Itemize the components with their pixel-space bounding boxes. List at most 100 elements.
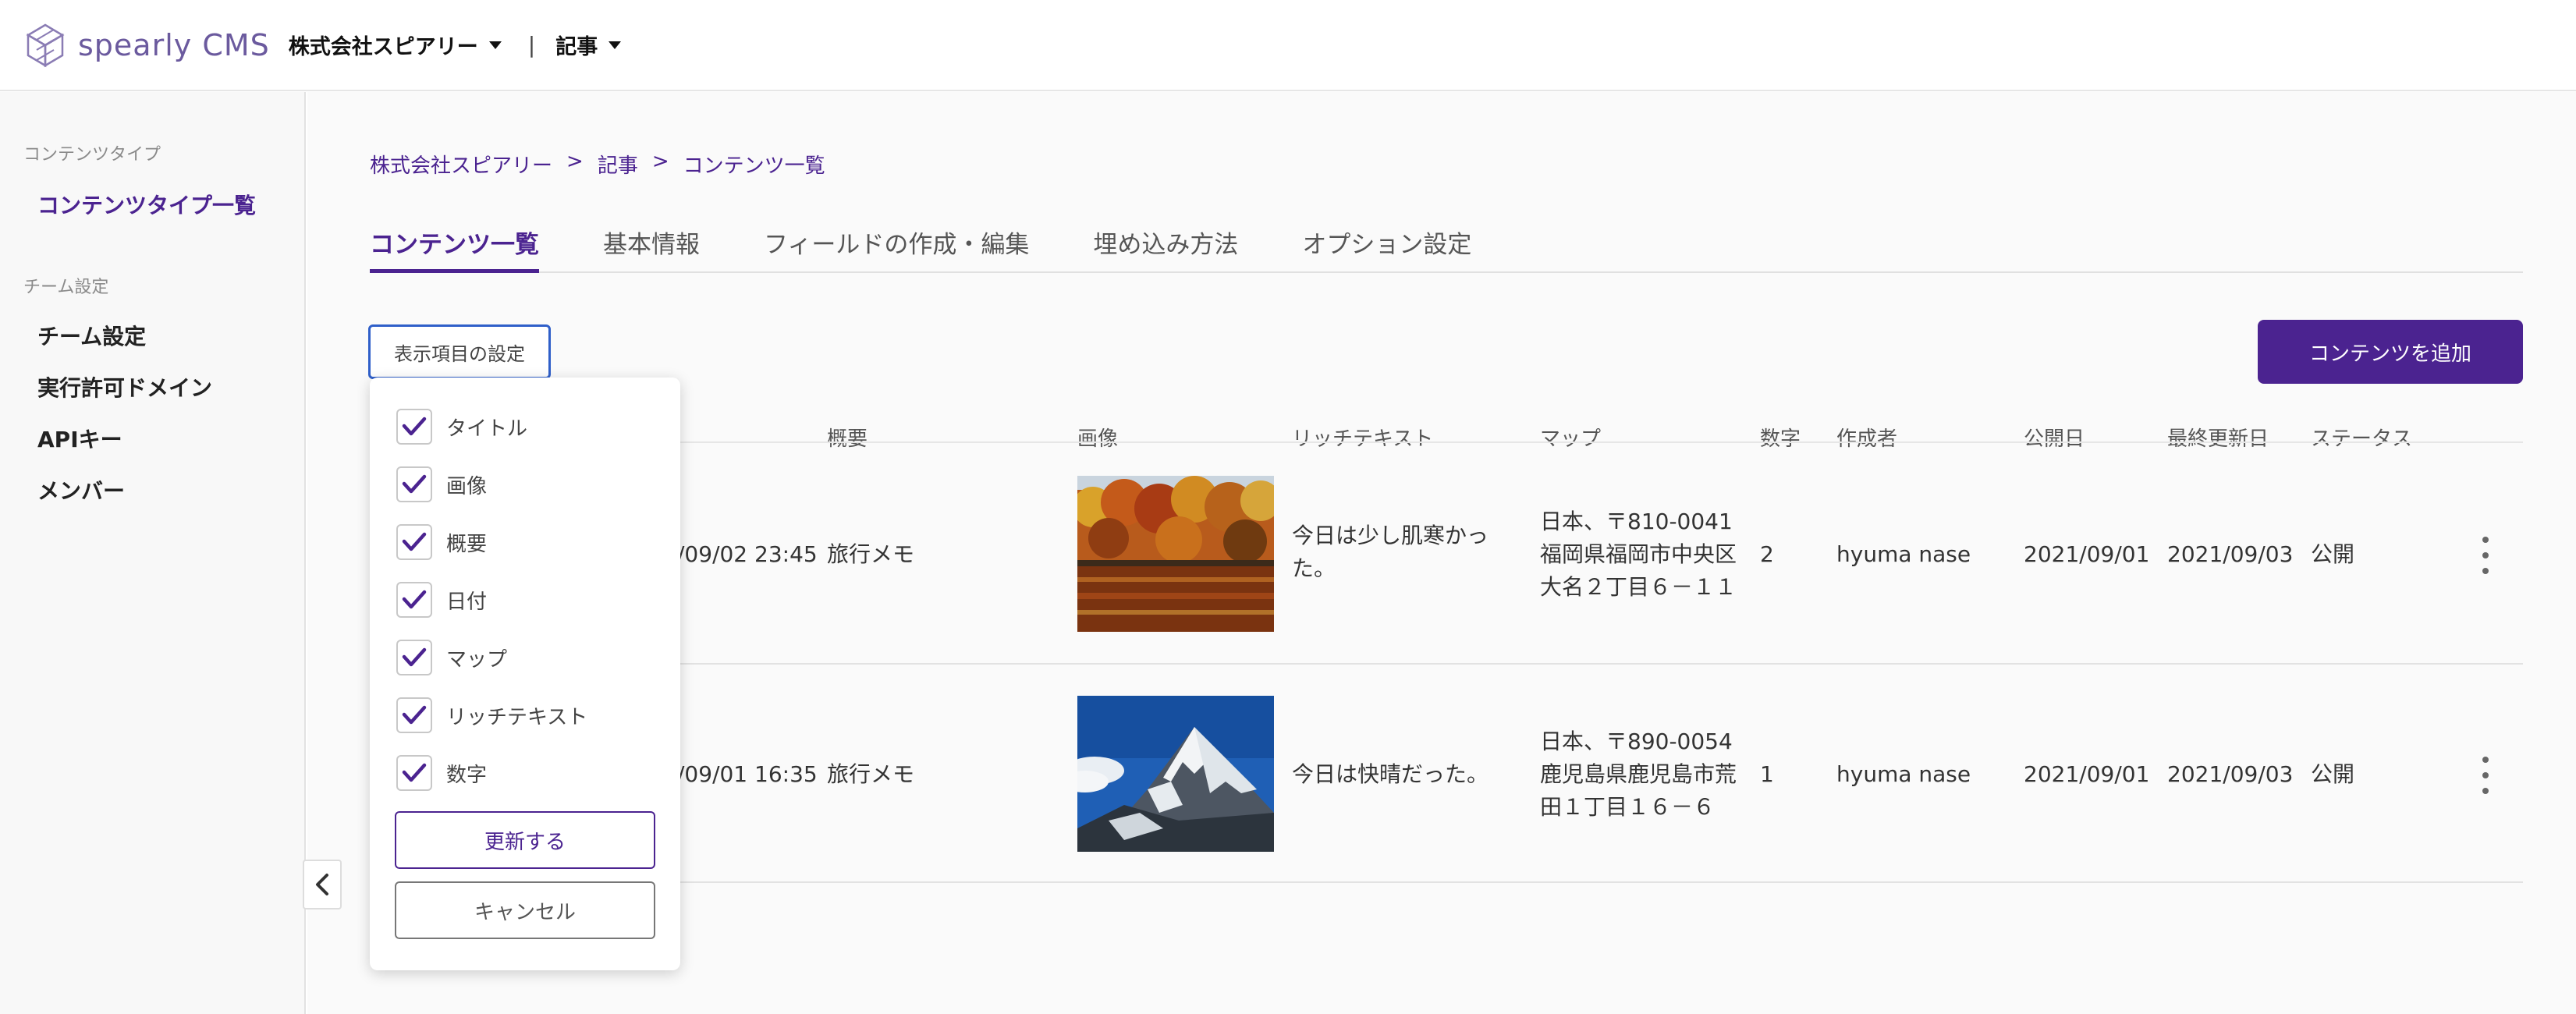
update-button[interactable]: 更新する: [395, 811, 655, 869]
breadcrumb: 株式会社スピアリー > 記事 > コンテンツ一覧: [370, 150, 825, 179]
option-number-checkbox[interactable]: 数字: [396, 755, 487, 791]
tab-embed[interactable]: 埋め込み方法: [1093, 225, 1238, 273]
header-divider: |: [527, 32, 536, 58]
logo[interactable]: spearly CMS: [23, 22, 270, 69]
option-map-checkbox[interactable]: マップ: [396, 640, 507, 675]
row-divider: [370, 663, 2523, 665]
check-icon: [402, 590, 427, 609]
row-author: hyuma nase: [1836, 761, 1971, 787]
sidebar-item-allowed-domains[interactable]: 実行許可ドメイン: [37, 371, 212, 402]
checkbox[interactable]: [396, 409, 432, 445]
row-richtext: 今日は少し肌寒かっ た。: [1292, 523, 1489, 581]
row-status: 公開: [2311, 541, 2355, 567]
row-summary: 旅行メモ: [827, 761, 915, 787]
sidebar: コンテンツタイプ コンテンツタイプ一覧 チーム設定 チーム設定 実行許可ドメイン…: [0, 92, 306, 1014]
row-richtext: 今日は快晴だった。: [1292, 761, 1489, 787]
row-author: hyuma nase: [1836, 541, 1971, 567]
column-header-summary: 概要: [827, 427, 868, 451]
row-updated: 2021/09/03: [2167, 541, 2294, 567]
content-type-selector-label: 記事: [555, 35, 598, 59]
row-number: 1: [1760, 761, 1774, 787]
cancel-button[interactable]: キャンセル: [395, 881, 655, 939]
option-label: 日付: [446, 590, 488, 614]
team-selector[interactable]: 株式会社スピアリー: [289, 30, 502, 60]
option-label: 概要: [446, 532, 488, 556]
column-header-status: ステータス: [2311, 427, 2413, 451]
row-date: /09/02 23:45: [677, 541, 818, 567]
row-summary: 旅行メモ: [827, 541, 915, 567]
option-date-checkbox[interactable]: 日付: [396, 582, 487, 618]
display-settings-popover: タイトル 画像 概要 日付 マップ リッチテキスト 数字 更新する キャンセル: [370, 378, 680, 970]
breadcrumb-content-type[interactable]: 記事: [598, 150, 638, 179]
row-more-icon[interactable]: [2478, 537, 2493, 574]
top-header: spearly CMS 株式会社スピアリー | 記事: [0, 0, 2576, 91]
column-header-number: 数字: [1760, 427, 1801, 451]
sidebar-collapse-button[interactable]: [303, 860, 342, 909]
column-header-updated: 最終更新日: [2167, 427, 2269, 451]
add-content-button[interactable]: コンテンツを追加: [2258, 320, 2523, 384]
column-header-map: マップ: [1540, 427, 1602, 451]
caret-down-icon: [609, 41, 622, 49]
sidebar-section-content: コンテンツタイプ: [23, 145, 161, 165]
row-map: 日本、〒890-0054 鹿児島県鹿児島市荒 田１丁目１６－６: [1540, 729, 1737, 820]
row-published: 2021/09/01: [2024, 541, 2150, 567]
checkbox[interactable]: [396, 524, 432, 560]
sidebar-item-members[interactable]: メンバー: [37, 474, 125, 505]
row-map: 日本、〒810-0041 福岡県福岡市中央区 大名２丁目６－１１: [1540, 509, 1737, 600]
checkbox[interactable]: [396, 640, 432, 675]
logo-text: spearly CMS: [78, 27, 270, 62]
checkbox[interactable]: [396, 466, 432, 502]
row-more-icon[interactable]: [2478, 757, 2493, 794]
row-divider: [370, 881, 2523, 883]
check-icon: [402, 763, 427, 782]
option-label: 画像: [446, 474, 488, 498]
check-icon: [402, 705, 427, 725]
option-label: 数字: [446, 763, 488, 787]
tab-content-list[interactable]: コンテンツ一覧: [370, 225, 539, 273]
column-header-richtext: リッチテキスト: [1292, 427, 1434, 451]
check-icon: [402, 474, 427, 494]
tab-basic-info[interactable]: 基本情報: [603, 225, 700, 273]
sidebar-item-api-keys[interactable]: APIキー: [37, 423, 122, 454]
tab-bar: コンテンツ一覧 基本情報 フィールドの作成・編集 埋め込み方法 オプション設定: [370, 225, 2523, 273]
option-label: タイトル: [446, 417, 528, 441]
sidebar-section-team: チーム設定: [23, 278, 109, 297]
content-type-selector[interactable]: 記事: [555, 30, 622, 60]
row-published: 2021/09/01: [2024, 761, 2150, 787]
breadcrumb-separator: >: [651, 150, 669, 173]
display-settings-button[interactable]: 表示項目の設定: [368, 324, 551, 379]
checkbox[interactable]: [396, 697, 432, 733]
option-summary-checkbox[interactable]: 概要: [396, 524, 487, 560]
tab-fields[interactable]: フィールドの作成・編集: [764, 225, 1029, 273]
column-header-image: 画像: [1077, 427, 1119, 451]
option-richtext-checkbox[interactable]: リッチテキスト: [396, 697, 587, 733]
row-number: 2: [1760, 541, 1774, 567]
option-label: マップ: [446, 647, 508, 672]
row-image-snowy-mountain: [1077, 696, 1274, 852]
tab-options[interactable]: オプション設定: [1302, 225, 1471, 273]
checkbox[interactable]: [396, 755, 432, 791]
row-image-autumn-lake: [1077, 476, 1274, 632]
checkbox[interactable]: [396, 582, 432, 618]
column-header-author: 作成者: [1836, 427, 1898, 451]
option-title-checkbox[interactable]: タイトル: [396, 409, 527, 445]
row-date: /09/01 16:35: [677, 761, 818, 787]
sidebar-item-content-types[interactable]: コンテンツタイプ一覧: [37, 189, 256, 220]
sidebar-item-team-settings[interactable]: チーム設定: [37, 320, 146, 351]
column-header-published: 公開日: [2024, 427, 2085, 451]
team-selector-label: 株式会社スピアリー: [288, 35, 478, 59]
row-updated: 2021/09/03: [2167, 761, 2294, 787]
breadcrumb-team[interactable]: 株式会社スピアリー: [370, 150, 552, 179]
caret-down-icon: [488, 41, 502, 49]
chevron-left-icon: [316, 874, 328, 895]
table-header-divider: [370, 441, 2523, 443]
row-status: 公開: [2311, 761, 2355, 787]
option-label: リッチテキスト: [446, 705, 588, 729]
breadcrumb-separator: >: [566, 150, 584, 173]
check-icon: [402, 647, 427, 667]
option-image-checkbox[interactable]: 画像: [396, 466, 487, 502]
check-icon: [402, 417, 427, 436]
check-icon: [402, 532, 427, 551]
spearly-logo-icon: [26, 23, 65, 67]
breadcrumb-current: コンテンツ一覧: [683, 154, 825, 178]
